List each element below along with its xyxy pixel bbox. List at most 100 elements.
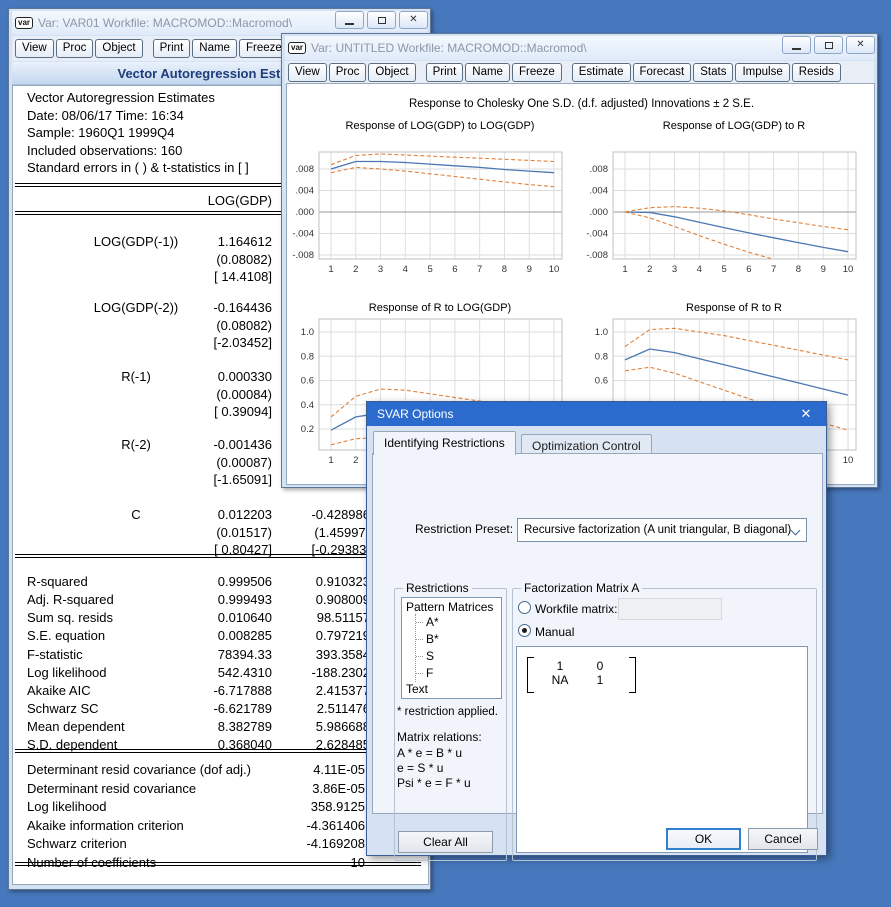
svg-text:0.6: 0.6 [301,376,314,387]
toolbar-button-proc[interactable]: Proc [56,39,94,58]
close-button[interactable]: ✕ [399,11,428,29]
stat-value-cell: 0.008285 [152,628,272,643]
svg-text:7: 7 [771,264,776,275]
tree-item-f[interactable]: F [416,665,501,682]
toolbar-button-name[interactable]: Name [192,39,237,58]
svg-text:0.8: 0.8 [301,351,314,362]
svg-text:0.8: 0.8 [595,351,608,362]
toolbar-button-forecast[interactable]: Forecast [633,63,692,82]
coef-value-cell: 0.000330 [152,369,272,384]
svg-text:10: 10 [843,455,854,466]
dialog-close-button[interactable]: ✕ [790,402,822,426]
svg-text:2: 2 [353,455,358,466]
stat-row-label: Schwarz SC [27,701,99,716]
matrix-cell-1-1[interactable]: 1 [583,673,617,687]
toolbar-button-print[interactable]: Print [426,63,464,82]
summary-row-label: Schwarz criterion [27,836,127,851]
svg-text:.004: .004 [296,186,315,197]
toolbar-button-freeze[interactable]: Freeze [512,63,562,82]
svg-text:10: 10 [843,264,854,275]
table-header-line: Standard errors in ( ) & t-statistics in… [27,160,249,175]
stat-row-label: Mean dependent [27,719,125,734]
stat-value-cell: 0.010640 [152,610,272,625]
tab-identifying-restrictions[interactable]: Identifying Restrictions [373,431,516,455]
clear-all-button[interactable]: Clear All [398,831,493,853]
tree-item-s[interactable]: S [416,648,501,665]
stat-value-cell: -6.621789 [152,701,272,716]
stat-value-cell: 2.511476 [280,701,370,716]
svg-text:6: 6 [452,264,457,275]
toolbar-button-view[interactable]: View [288,63,327,82]
restore-icon [825,42,833,49]
minimize-button[interactable] [782,36,811,54]
tree-item-b-[interactable]: B* [416,631,501,648]
restore-button[interactable] [814,36,843,54]
matrix-cell-0-1[interactable]: 0 [583,659,617,673]
coef-value-cell: (0.00087) [152,455,272,470]
toolbar-button-proc[interactable]: Proc [329,63,367,82]
minimize-button[interactable] [335,11,364,29]
cancel-button[interactable]: Cancel [748,828,818,850]
tree-root-pattern-matrices[interactable]: Pattern Matrices [406,600,501,614]
ok-button[interactable]: OK [666,828,741,850]
left-bracket [527,657,534,693]
desktop: var Var: VAR01 Workfile: MACROMOD::Macro… [0,0,891,907]
svg-text:1: 1 [328,264,333,275]
stat-value-cell: -6.717888 [152,683,272,698]
stat-row-label: F-statistic [27,647,83,662]
svg-text:.000: .000 [590,207,609,218]
svg-text:.008: .008 [296,164,315,175]
svg-text:1: 1 [328,455,333,466]
table-header-line: Included observations: 160 [27,143,182,158]
pattern-matrices-list[interactable]: Pattern Matrices A*B*SF Text [401,597,502,699]
restriction-preset-dropdown[interactable]: Recursive factorization (A unit triangul… [517,518,807,542]
svg-text:3: 3 [672,264,677,275]
matrix-cell-0-0[interactable]: 1 [543,659,577,673]
pattern-matrix-items: A*B*SF [415,614,501,682]
summary-value-cell: -4.361406 [245,818,365,833]
chevron-down-icon [791,526,801,536]
stat-value-cell: -188.2302 [280,665,370,680]
toolbar-button-impulse[interactable]: Impulse [735,63,789,82]
svg-text:0.4: 0.4 [301,400,314,411]
svg-text:2: 2 [647,264,652,275]
restriction-preset-value: Recursive factorization (A unit triangul… [524,524,791,536]
dialog-title: SVAR Options [377,407,453,421]
toolbar-button-view[interactable]: View [15,39,54,58]
stat-value-cell: 5.986688 [280,719,370,734]
svg-text:.000: .000 [296,207,315,218]
matrix-cell-1-0[interactable]: NA [543,673,577,687]
workfile-matrix-input[interactable] [618,598,722,620]
coef-value-cell: (0.08082) [152,252,272,267]
restore-button[interactable] [367,11,396,29]
toolbar-button-resids[interactable]: Resids [792,63,841,82]
restriction-preset-label: Restriction Preset: [415,522,513,536]
stat-value-cell: 0.797219 [280,628,370,643]
svg-text:1.0: 1.0 [595,327,608,338]
toolbar-button-object[interactable]: Object [95,39,142,58]
stat-value-cell: 8.382789 [152,719,272,734]
table-rule [15,554,421,558]
workfile-matrix-radio[interactable] [518,601,531,614]
toolbar-button-object[interactable]: Object [368,63,415,82]
var01-caption-buttons: ✕ [335,11,428,29]
tree-item-text[interactable]: Text [406,682,501,696]
toolbar-button-estimate[interactable]: Estimate [572,63,631,82]
toolbar-button-stats[interactable]: Stats [693,63,733,82]
svg-text:1.0: 1.0 [301,327,314,338]
close-button[interactable]: ✕ [846,36,875,54]
coef-value-cell: (0.00084) [152,387,272,402]
table-rule [15,749,421,753]
summary-row-label: Akaike information criterion [27,818,184,833]
matrix-relation-f: Psi * e = F * u [397,776,471,790]
toolbar-button-print[interactable]: Print [153,39,191,58]
svar-options-titlebar[interactable]: SVAR Options ✕ [367,402,826,426]
tree-item-a-[interactable]: A* [416,614,501,631]
close-icon: ✕ [856,40,864,50]
manual-radio[interactable] [518,624,531,637]
restrictions-group: Restrictions Pattern Matrices A*B*SF Tex… [394,588,507,861]
manual-radio-label: Manual [535,625,574,639]
svar-options-dialog: SVAR Options ✕ Identifying Restrictions … [366,401,827,856]
manual-matrix-editor[interactable]: 10NA1 [516,646,808,853]
toolbar-button-name[interactable]: Name [465,63,510,82]
